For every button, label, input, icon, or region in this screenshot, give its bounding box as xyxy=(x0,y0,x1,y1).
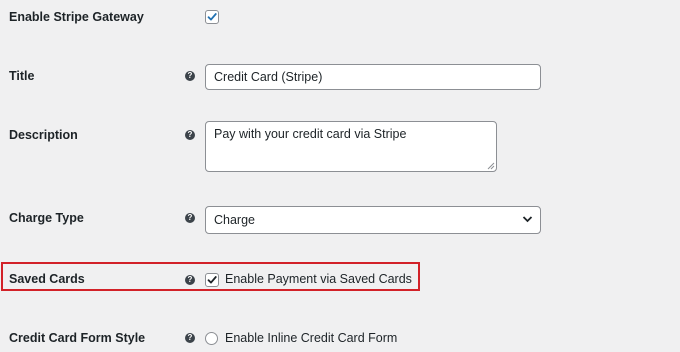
help-icon[interactable]: ? xyxy=(185,130,195,140)
charge-type-select[interactable]: Charge xyxy=(205,206,541,234)
charge-type-selected: Charge xyxy=(214,213,255,227)
card-form-style-label: Credit Card Form Style xyxy=(9,331,146,345)
saved-cards-label: Saved Cards xyxy=(9,272,85,286)
enable-gateway-label: Enable Stripe Gateway xyxy=(9,10,144,24)
checkmark-icon xyxy=(207,276,217,284)
description-label: Description xyxy=(9,128,78,142)
description-textarea[interactable]: Pay with your credit card via Stripe xyxy=(205,121,497,172)
enable-gateway-checkbox[interactable] xyxy=(205,10,219,24)
inline-card-form-radio[interactable] xyxy=(205,332,218,345)
charge-type-label: Charge Type xyxy=(9,211,84,225)
description-text: Pay with your credit card via Stripe xyxy=(214,127,407,141)
resize-grip-icon[interactable] xyxy=(487,162,495,170)
checkmark-icon xyxy=(207,13,217,21)
title-input[interactable]: Credit Card (Stripe) xyxy=(205,64,541,90)
saved-cards-option-label[interactable]: Enable Payment via Saved Cards xyxy=(225,272,412,286)
help-icon[interactable]: ? xyxy=(185,71,195,81)
chevron-down-icon xyxy=(522,216,533,223)
inline-card-form-label[interactable]: Enable Inline Credit Card Form xyxy=(225,331,397,345)
help-icon[interactable]: ? xyxy=(185,275,195,285)
help-icon[interactable]: ? xyxy=(185,333,195,343)
title-label: Title xyxy=(9,69,35,83)
help-icon[interactable]: ? xyxy=(185,213,195,223)
saved-cards-checkbox[interactable] xyxy=(205,273,219,287)
